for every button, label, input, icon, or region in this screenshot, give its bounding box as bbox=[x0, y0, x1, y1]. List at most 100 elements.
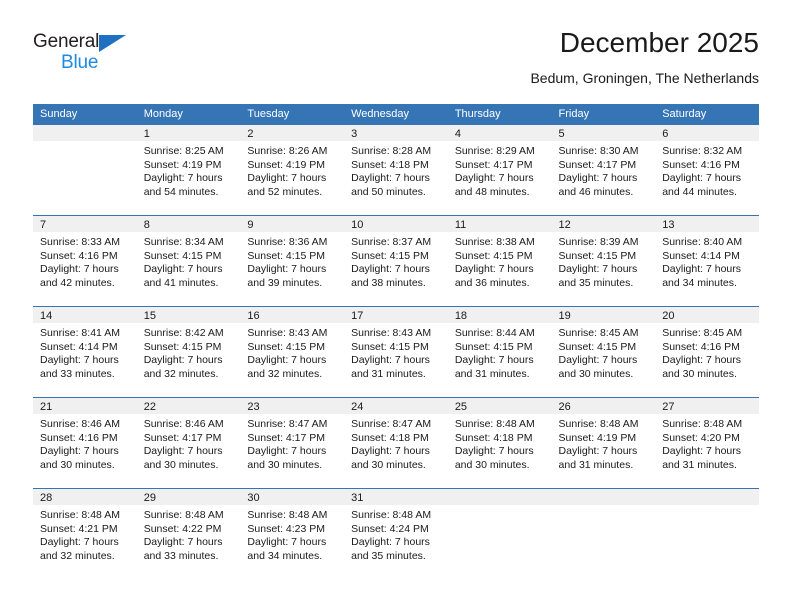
day-cell-inner: 19 Sunrise: 8:45 AM Sunset: 4:15 PM Dayligh… bbox=[551, 307, 656, 397]
day-number: 25 bbox=[447, 398, 552, 414]
sunset-text: Sunset: 4:21 PM bbox=[40, 522, 118, 535]
daylight-text: Daylight: 7 hours bbox=[143, 172, 223, 184]
daylight-text: Daylight: 7 hours bbox=[247, 354, 327, 366]
sunset-text: Sunset: 4:15 PM bbox=[454, 340, 533, 353]
page-title: December 2025 bbox=[559, 27, 759, 58]
day-number: 11 bbox=[447, 216, 552, 232]
day-details: Sunrise: 8:26 AM Sunset: 4:19 PM Daylight:… bbox=[240, 141, 344, 199]
calendar-empty-cell bbox=[655, 489, 759, 579]
day-number: 30 bbox=[240, 489, 345, 505]
calendar-day-cell[interactable]: 17 Sunrise: 8:43 AM Sunset: 4:15 PM Dayligh… bbox=[344, 307, 448, 397]
day-cell-inner: 2 Sunrise: 8:26 AM Sunset: 4:19 PM Daylight… bbox=[240, 125, 345, 215]
calendar-page: General Blue December 2025 Bedum, Gronin… bbox=[0, 0, 792, 612]
day-details: Sunrise: 8:48 AM Sunset: 4:21 PM Daylight:… bbox=[33, 505, 137, 563]
day-details: Sunrise: 8:30 AM Sunset: 4:17 PM Daylight:… bbox=[552, 141, 656, 199]
daylight-text: Daylight: 7 hours bbox=[247, 536, 327, 548]
calendar-day-cell[interactable]: 11 Sunrise: 8:38 AM Sunset: 4:15 PM Dayligh… bbox=[447, 216, 552, 306]
sunrise-text: Sunrise: 8:37 AM bbox=[351, 236, 432, 248]
calendar-day-cell[interactable]: 16 Sunrise: 8:43 AM Sunset: 4:15 PM Dayligh… bbox=[240, 307, 345, 397]
daylight-text: Daylight: 7 hours bbox=[351, 445, 430, 457]
day-number: 14 bbox=[33, 307, 137, 323]
daylight-text-cont: and 30 minutes. bbox=[558, 367, 634, 380]
day-details: Sunrise: 8:39 AM Sunset: 4:15 PM Daylight:… bbox=[552, 232, 656, 290]
day-number: 28 bbox=[33, 489, 137, 505]
calendar-day-cell[interactable]: 4 Sunrise: 8:29 AM Sunset: 4:17 PM Daylight… bbox=[447, 125, 552, 215]
daylight-text-cont: and 41 minutes. bbox=[143, 276, 219, 289]
calendar-day-cell[interactable]: 19 Sunrise: 8:45 AM Sunset: 4:15 PM Dayligh… bbox=[551, 307, 656, 397]
calendar-empty-cell bbox=[447, 489, 552, 579]
daylight-text: Daylight: 7 hours bbox=[40, 263, 119, 275]
day-number: 4 bbox=[447, 125, 552, 141]
day-cell-inner: 24 Sunrise: 8:47 AM Sunset: 4:18 PM Dayligh… bbox=[344, 398, 448, 488]
calendar-day-cell[interactable]: 12 Sunrise: 8:39 AM Sunset: 4:15 PM Dayligh… bbox=[551, 216, 656, 306]
day-cell-inner: 11 Sunrise: 8:38 AM Sunset: 4:15 PM Dayligh… bbox=[447, 216, 552, 306]
day-number: 19 bbox=[551, 307, 656, 323]
calendar-day-cell[interactable]: 3 Sunrise: 8:28 AM Sunset: 4:18 PM Daylight… bbox=[344, 125, 448, 215]
calendar-day-cell[interactable]: 18 Sunrise: 8:44 AM Sunset: 4:15 PM Dayligh… bbox=[447, 307, 552, 397]
daylight-text: Daylight: 7 hours bbox=[351, 172, 430, 184]
day-cell-inner: 22 Sunrise: 8:46 AM Sunset: 4:17 PM Dayligh… bbox=[136, 398, 241, 488]
calendar-day-cell[interactable]: 6 Sunrise: 8:32 AM Sunset: 4:16 PM Daylight… bbox=[655, 125, 759, 215]
calendar-day-cell[interactable]: 28 Sunrise: 8:48 AM Sunset: 4:21 PM Dayligh… bbox=[33, 489, 137, 579]
calendar-day-cell[interactable]: 29 Sunrise: 8:48 AM Sunset: 4:22 PM Dayligh… bbox=[136, 489, 241, 579]
daylight-text: Daylight: 7 hours bbox=[558, 172, 638, 184]
calendar-grid: Sunday Monday Tuesday Wednesday Thursday Frid… bbox=[33, 104, 759, 579]
day-number: 13 bbox=[655, 216, 759, 232]
day-number bbox=[655, 489, 759, 505]
day-details: Sunrise: 8:36 AM Sunset: 4:15 PM Daylight:… bbox=[240, 232, 344, 290]
calendar-day-cell[interactable]: 5 Sunrise: 8:30 AM Sunset: 4:17 PM Daylight… bbox=[551, 125, 656, 215]
day-details: Sunrise: 8:37 AM Sunset: 4:15 PM Daylight:… bbox=[344, 232, 448, 290]
daylight-text: Daylight: 7 hours bbox=[143, 445, 223, 457]
calendar-day-cell[interactable]: 1 Sunrise: 8:25 AM Sunset: 4:19 PM Daylight… bbox=[136, 125, 241, 215]
day-details: Sunrise: 8:48 AM Sunset: 4:22 PM Daylight:… bbox=[137, 505, 241, 563]
weekday-header-wednesday: Wednesday bbox=[344, 104, 448, 125]
sunrise-text: Sunrise: 8:48 AM bbox=[662, 418, 743, 430]
calendar-day-cell[interactable]: 26 Sunrise: 8:48 AM Sunset: 4:19 PM Dayligh… bbox=[551, 398, 656, 488]
day-number: 20 bbox=[655, 307, 759, 323]
day-number: 31 bbox=[344, 489, 448, 505]
calendar-day-cell[interactable]: 15 Sunrise: 8:42 AM Sunset: 4:15 PM Dayligh… bbox=[136, 307, 241, 397]
day-details: Sunrise: 8:47 AM Sunset: 4:17 PM Daylight:… bbox=[240, 414, 344, 472]
sunrise-text: Sunrise: 8:36 AM bbox=[247, 236, 328, 248]
calendar-day-cell[interactable]: 7 Sunrise: 8:33 AM Sunset: 4:16 PM Daylight… bbox=[33, 216, 137, 306]
calendar-day-cell[interactable]: 22 Sunrise: 8:46 AM Sunset: 4:17 PM Dayligh… bbox=[136, 398, 241, 488]
daylight-text-cont: and 35 minutes. bbox=[351, 549, 426, 562]
day-details: Sunrise: 8:33 AM Sunset: 4:16 PM Daylight:… bbox=[33, 232, 137, 290]
daylight-text: Daylight: 7 hours bbox=[662, 263, 742, 275]
sunset-text: Sunset: 4:16 PM bbox=[662, 158, 740, 171]
daylight-text-cont: and 48 minutes. bbox=[454, 185, 530, 198]
calendar-day-cell[interactable]: 13 Sunrise: 8:40 AM Sunset: 4:14 PM Dayligh… bbox=[655, 216, 759, 306]
calendar-day-cell[interactable]: 23 Sunrise: 8:47 AM Sunset: 4:17 PM Dayligh… bbox=[240, 398, 345, 488]
sunset-text: Sunset: 4:15 PM bbox=[454, 249, 533, 262]
calendar-day-cell[interactable]: 25 Sunrise: 8:48 AM Sunset: 4:18 PM Dayligh… bbox=[447, 398, 552, 488]
triangle-icon bbox=[99, 35, 126, 52]
calendar-day-cell[interactable]: 8 Sunrise: 8:34 AM Sunset: 4:15 PM Daylight… bbox=[136, 216, 241, 306]
calendar-day-cell[interactable]: 10 Sunrise: 8:37 AM Sunset: 4:15 PM Dayligh… bbox=[344, 216, 448, 306]
day-cell-inner: 25 Sunrise: 8:48 AM Sunset: 4:18 PM Dayligh… bbox=[447, 398, 552, 488]
day-number: 24 bbox=[344, 398, 448, 414]
calendar-day-cell[interactable]: 27 Sunrise: 8:48 AM Sunset: 4:20 PM Dayligh… bbox=[655, 398, 759, 488]
calendar-day-cell[interactable]: 14 Sunrise: 8:41 AM Sunset: 4:14 PM Dayligh… bbox=[33, 307, 137, 397]
day-details: Sunrise: 8:46 AM Sunset: 4:16 PM Daylight:… bbox=[33, 414, 137, 472]
daylight-text: Daylight: 7 hours bbox=[247, 263, 327, 275]
page-subtitle: Bedum, Groningen, The Netherlands bbox=[530, 70, 759, 86]
day-cell-inner: 6 Sunrise: 8:32 AM Sunset: 4:16 PM Daylight… bbox=[655, 125, 759, 215]
calendar-day-cell[interactable]: 9 Sunrise: 8:36 AM Sunset: 4:15 PM Daylight… bbox=[240, 216, 345, 306]
sunrise-text: Sunrise: 8:48 AM bbox=[351, 509, 432, 521]
day-number: 6 bbox=[655, 125, 759, 141]
daylight-text-cont: and 33 minutes. bbox=[143, 549, 219, 562]
calendar-day-cell[interactable]: 24 Sunrise: 8:47 AM Sunset: 4:18 PM Dayligh… bbox=[344, 398, 448, 488]
calendar-day-cell[interactable]: 2 Sunrise: 8:26 AM Sunset: 4:19 PM Daylight… bbox=[240, 125, 345, 215]
calendar-day-cell[interactable]: 20 Sunrise: 8:45 AM Sunset: 4:16 PM Dayligh… bbox=[655, 307, 759, 397]
daylight-text: Daylight: 7 hours bbox=[454, 354, 534, 366]
calendar-day-cell[interactable]: 31 Sunrise: 8:48 AM Sunset: 4:24 PM Dayligh… bbox=[344, 489, 448, 579]
day-details: Sunrise: 8:48 AM Sunset: 4:18 PM Daylight:… bbox=[448, 414, 552, 472]
brand-logo[interactable]: General Blue bbox=[33, 32, 153, 84]
sunrise-text: Sunrise: 8:40 AM bbox=[662, 236, 743, 248]
sunrise-text: Sunrise: 8:46 AM bbox=[143, 418, 224, 430]
daylight-text-cont: and 31 minutes. bbox=[558, 458, 634, 471]
day-number: 7 bbox=[33, 216, 137, 232]
sunrise-text: Sunrise: 8:30 AM bbox=[558, 145, 639, 157]
calendar-day-cell[interactable]: 21 Sunrise: 8:46 AM Sunset: 4:16 PM Dayligh… bbox=[33, 398, 137, 488]
calendar-day-cell[interactable]: 30 Sunrise: 8:48 AM Sunset: 4:23 PM Dayligh… bbox=[240, 489, 345, 579]
